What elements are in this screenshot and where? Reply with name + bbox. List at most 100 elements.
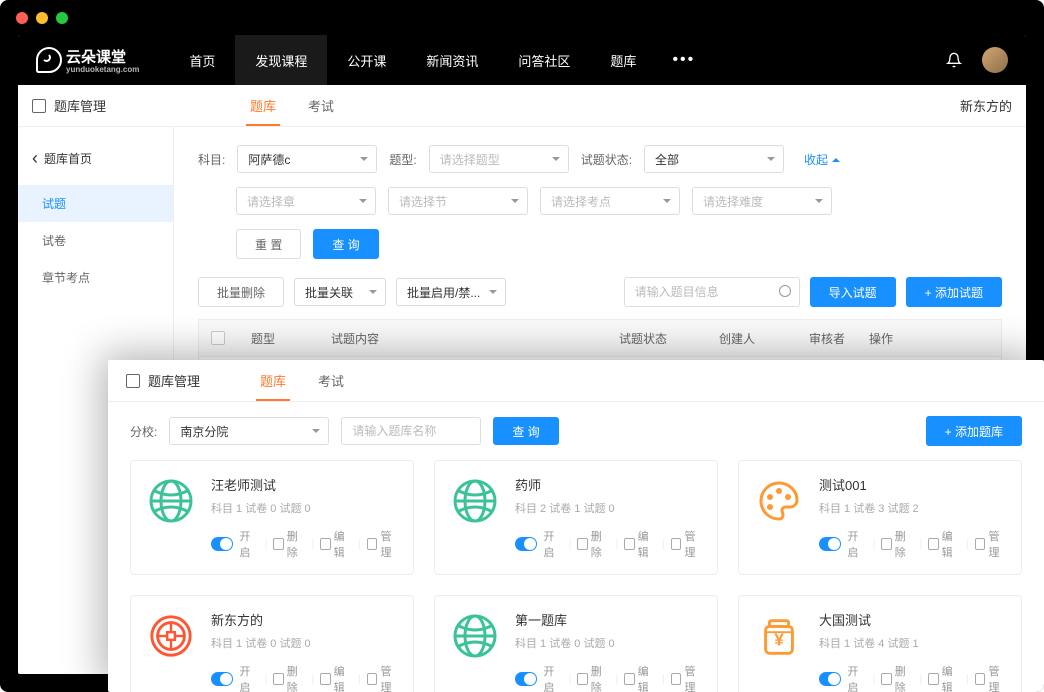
tab-bank[interactable]: 题库 <box>234 85 292 126</box>
bank-card[interactable]: 新东方的 科目 1 试卷 0 试题 0 开启 | 删除 | 编辑 | 管理 <box>130 595 414 692</box>
card-body: 药师 科目 2 试卷 1 试题 0 开启 | 删除 | 编辑 | 管理 <box>515 475 703 560</box>
edit-action[interactable]: 编辑 <box>320 528 352 560</box>
batch-delete-button[interactable]: 批量删除 <box>198 277 284 307</box>
side-items: 试题 试卷 章节考点 <box>18 185 173 296</box>
section-select[interactable]: 请选择节 <box>388 187 528 215</box>
nav-bank[interactable]: 题库 <box>590 35 656 85</box>
card-title: 新东方的 <box>211 610 399 629</box>
manage-action[interactable]: 管理 <box>671 663 703 692</box>
front-tabs: 题库 考试 <box>244 360 360 401</box>
bank-card[interactable]: 药师 科目 2 试卷 1 试题 0 开启 | 删除 | 编辑 | 管理 <box>434 460 718 575</box>
cards-grid: 汪老师测试 科目 1 试卷 0 试题 0 开启 | 删除 | 编辑 | 管理 药… <box>108 460 1044 692</box>
status-select[interactable]: 全部 <box>644 145 784 173</box>
chapter-select[interactable]: 请选择章 <box>236 187 376 215</box>
subject-label: 科目: <box>198 151 225 168</box>
front-tab-exam[interactable]: 考试 <box>302 360 360 401</box>
nav-discover[interactable]: 发现课程 <box>235 35 327 85</box>
maximize-icon[interactable] <box>56 12 68 24</box>
card-meta: 科目 1 试卷 4 试题 1 <box>819 635 1007 651</box>
bank-card[interactable]: 第一题库 科目 1 试卷 0 试题 0 开启 | 删除 | 编辑 | 管理 <box>434 595 718 692</box>
edit-action[interactable]: 编辑 <box>928 663 960 692</box>
bank-search-input[interactable] <box>341 417 481 445</box>
front-tab-bank[interactable]: 题库 <box>244 360 302 401</box>
side-chapters[interactable]: 章节考点 <box>18 259 173 296</box>
front-header-title: 题库管理 <box>148 371 200 390</box>
open-toggle[interactable] <box>515 672 537 686</box>
delete-action[interactable]: 删除 <box>273 663 305 692</box>
card-title: 大国测试 <box>819 610 1007 629</box>
bank-card[interactable]: 大国测试 科目 1 试卷 4 试题 1 开启 | 删除 | 编辑 | 管理 <box>738 595 1022 692</box>
table-header: 题型 试题内容 试题状态 创建人 审核者 操作 <box>198 319 1002 357</box>
card-icon <box>145 610 197 662</box>
jar-icon <box>756 613 802 659</box>
nav-more[interactable]: ••• <box>656 35 711 85</box>
card-meta: 科目 1 试卷 3 试题 2 <box>819 500 1007 516</box>
manage-action[interactable]: 管理 <box>367 663 399 692</box>
batch-relate-button[interactable]: 批量关联 <box>294 278 386 306</box>
nav-public[interactable]: 公开课 <box>327 35 406 85</box>
logo-text-main: 云朵课堂 <box>66 46 139 67</box>
bank-card[interactable]: 汪老师测试 科目 1 试卷 0 试题 0 开启 | 删除 | 编辑 | 管理 <box>130 460 414 575</box>
type-select[interactable]: 请选择题型 <box>429 145 569 173</box>
delete-action[interactable]: 删除 <box>881 528 913 560</box>
sub-header-title-wrap: 题库管理 <box>32 96 106 115</box>
open-label: 开启 <box>847 528 866 560</box>
avatar[interactable] <box>982 47 1008 73</box>
delete-action[interactable]: 删除 <box>273 528 305 560</box>
tab-exam[interactable]: 考试 <box>292 85 350 126</box>
collapse-toggle[interactable]: 收起 <box>804 151 840 168</box>
search-input[interactable] <box>624 277 800 307</box>
side-papers[interactable]: 试卷 <box>18 222 173 259</box>
point-select[interactable]: 请选择考点 <box>540 187 680 215</box>
minimize-icon[interactable] <box>36 12 48 24</box>
card-icon <box>449 475 501 527</box>
card-body: 测试001 科目 1 试卷 3 试题 2 开启 | 删除 | 编辑 | 管理 <box>819 475 1007 560</box>
open-toggle[interactable] <box>819 672 841 686</box>
th-reviewer: 审核者 <box>809 330 869 347</box>
difficulty-select[interactable]: 请选择难度 <box>692 187 832 215</box>
branch-select[interactable]: 南京分院 <box>169 417 329 445</box>
select-all-checkbox[interactable] <box>211 331 225 345</box>
module-icon <box>32 99 46 113</box>
edit-action[interactable]: 编辑 <box>320 663 352 692</box>
card-actions: 开启 | 删除 | 编辑 | 管理 <box>515 663 703 692</box>
import-button[interactable]: 导入试题 <box>810 277 896 307</box>
nav-home[interactable]: 首页 <box>169 35 235 85</box>
manage-action[interactable]: 管理 <box>975 663 1007 692</box>
card-icon <box>753 475 805 527</box>
delete-action[interactable]: 删除 <box>881 663 913 692</box>
subject-select[interactable]: 阿萨德c <box>237 145 377 173</box>
nav-news[interactable]: 新闻资讯 <box>406 35 498 85</box>
edit-action[interactable]: 编辑 <box>624 528 656 560</box>
delete-action[interactable]: 删除 <box>577 528 609 560</box>
open-toggle[interactable] <box>211 672 233 686</box>
edit-action[interactable]: 编辑 <box>928 528 960 560</box>
edit-action[interactable]: 编辑 <box>624 663 656 692</box>
search-wrap <box>624 277 800 307</box>
open-toggle[interactable] <box>819 537 841 551</box>
side-questions[interactable]: 试题 <box>18 185 173 222</box>
bank-card[interactable]: 测试001 科目 1 试卷 3 试题 2 开启 | 删除 | 编辑 | 管理 <box>738 460 1022 575</box>
add-bank-button[interactable]: + 添加题库 <box>926 416 1022 446</box>
reset-button[interactable]: 重 置 <box>236 229 301 259</box>
nav-community[interactable]: 问答社区 <box>498 35 590 85</box>
back-link[interactable]: 题库首页 <box>18 139 173 177</box>
batch-enable-button[interactable]: 批量启用/禁... <box>396 278 506 306</box>
card-actions: 开启 | 删除 | 编辑 | 管理 <box>211 528 399 560</box>
manage-action[interactable]: 管理 <box>671 528 703 560</box>
query-button[interactable]: 查 询 <box>313 229 378 259</box>
open-toggle[interactable] <box>211 537 233 551</box>
logo[interactable]: 云朵课堂 yunduoketang.com <box>36 46 139 74</box>
open-label: 开启 <box>847 663 866 692</box>
close-icon[interactable] <box>16 12 28 24</box>
filter-buttons: 重 置 查 询 <box>236 229 1002 259</box>
bell-icon[interactable] <box>946 52 962 68</box>
delete-action[interactable]: 删除 <box>577 663 609 692</box>
sub-tabs: 题库 考试 <box>234 85 350 126</box>
add-question-button[interactable]: + 添加试题 <box>906 277 1002 307</box>
front-query-button[interactable]: 查 询 <box>493 417 558 445</box>
open-toggle[interactable] <box>515 537 537 551</box>
manage-action[interactable]: 管理 <box>975 528 1007 560</box>
manage-action[interactable]: 管理 <box>367 528 399 560</box>
card-meta: 科目 1 试卷 0 试题 0 <box>211 500 399 516</box>
